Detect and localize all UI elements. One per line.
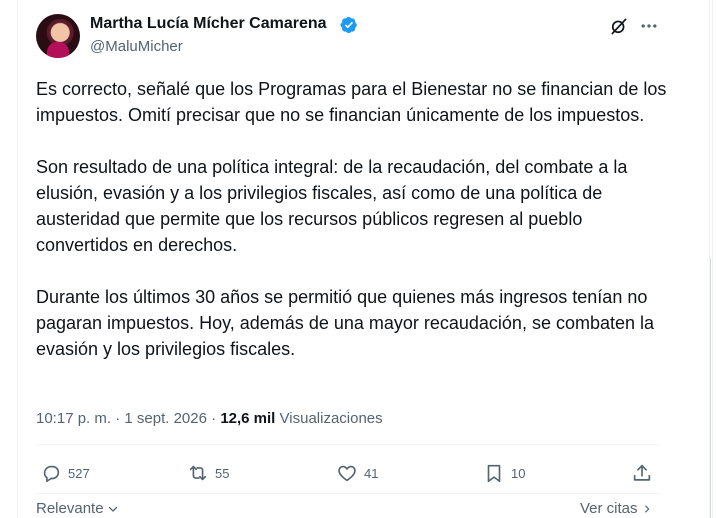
quotes-label: Ver citas (580, 500, 638, 517)
share-icon (633, 464, 651, 481)
divider (36, 493, 660, 494)
bookmark-button[interactable]: 10 (483, 462, 525, 484)
tweet-paragraph: Durante los últimos 30 años se permitió … (36, 287, 655, 359)
like-button[interactable]: 41 (336, 462, 378, 484)
bookmark-icon (487, 464, 501, 483)
divider (36, 444, 660, 445)
grok-icon[interactable] (609, 16, 629, 36)
repost-button[interactable]: 55 (187, 462, 229, 484)
more-icon[interactable] (638, 16, 660, 36)
meta-separator: · (115, 410, 121, 427)
views-label: Visualizaciones (279, 410, 383, 427)
like-count: 41 (364, 465, 379, 481)
sort-dropdown[interactable]: Relevante (36, 500, 119, 517)
tweet-date[interactable]: 1 sept. 2026 (124, 410, 207, 427)
share-button[interactable] (631, 462, 653, 484)
meta-separator: · (211, 410, 217, 427)
repost-icon (189, 465, 207, 481)
tweet-paragraph: Es correcto, señalé que los Programas pa… (36, 79, 667, 125)
author-name[interactable]: Martha Lucía Mícher Camarena (90, 15, 327, 33)
avatar[interactable] (36, 14, 80, 58)
reply-button[interactable]: 527 (40, 462, 90, 484)
bookmark-count: 10 (511, 465, 526, 481)
sort-label: Relevante (36, 500, 104, 517)
verified-badge-icon (340, 16, 357, 34)
tweet-paragraph: Son resultado de una política integral: … (36, 157, 628, 255)
author-handle[interactable]: @MaluMicher (90, 38, 183, 55)
tweet-time[interactable]: 10:17 p. m. (36, 410, 111, 427)
tweet-meta: 10:17 p. m. · 1 sept. 2026 · 12,6 mil Vi… (36, 410, 383, 427)
like-icon (338, 465, 356, 482)
reply-icon (43, 465, 60, 483)
repost-count: 55 (215, 465, 230, 481)
chevron-right-icon (644, 505, 649, 512)
tweet-text: Es correcto, señalé que los Programas pa… (36, 76, 676, 362)
scrollbar-track[interactable] (710, 0, 716, 518)
chevron-down-icon (108, 506, 117, 512)
view-quotes-link[interactable]: Ver citas (580, 500, 652, 517)
views-count: 12,6 mil (220, 410, 276, 427)
reply-count: 527 (68, 465, 90, 481)
